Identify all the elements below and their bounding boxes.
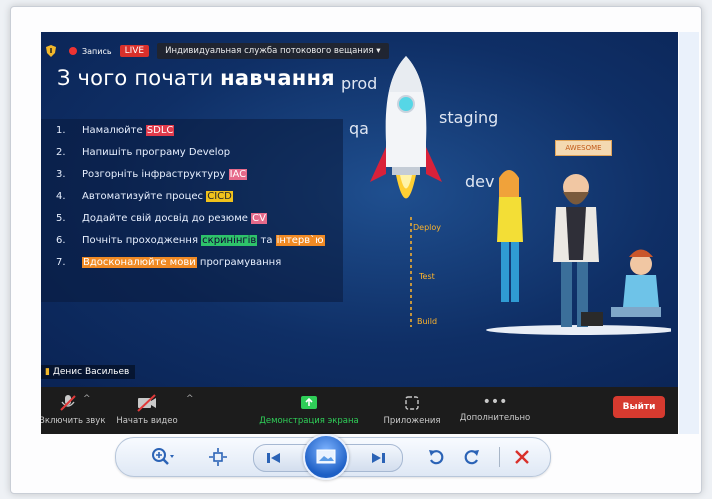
delete-icon xyxy=(515,450,529,464)
meeting-status-bar: Запись LIVE Индивидуальная служба потоко… xyxy=(41,42,389,60)
apps-icon xyxy=(405,396,419,410)
zoom-button[interactable] xyxy=(144,445,184,469)
step-item: 5. Додайте свій досвід до резюме CV xyxy=(56,213,267,224)
highlighted-term: скринінгів xyxy=(201,235,258,246)
step-text: та xyxy=(257,235,276,246)
delete-button[interactable] xyxy=(510,445,534,469)
microphone-muted-icon xyxy=(60,395,76,411)
step-number: 1. xyxy=(56,125,66,136)
step-item: 6. Почніть проходження скринінгів та інте… xyxy=(56,235,325,246)
video-options-chevron-icon[interactable]: ^ xyxy=(186,394,194,404)
rotate-left-icon xyxy=(429,450,444,465)
leave-button[interactable]: Выйти xyxy=(613,396,665,418)
slideshow-icon xyxy=(316,449,336,464)
pipeline-build: Build xyxy=(417,317,438,326)
step-number: 5. xyxy=(56,213,66,224)
slide-title-bold: навчання xyxy=(220,66,335,90)
more-dots-icon: ••• xyxy=(482,394,508,410)
next-button[interactable] xyxy=(366,446,390,470)
image-display: Запись LIVE Индивидуальная служба потоко… xyxy=(41,32,678,434)
recording-label[interactable]: Запись xyxy=(82,47,112,56)
mute-label: Включить звук xyxy=(41,416,106,426)
presentation-slide: Запись LIVE Индивидуальная служба потоко… xyxy=(41,32,678,387)
slide-title: З чого почати навчання xyxy=(57,66,335,90)
photo-viewer-window: Запись LIVE Индивидуальная служба потоко… xyxy=(10,6,702,494)
start-video-button[interactable]: Начать видео xyxy=(115,393,179,426)
zoom-icon xyxy=(152,448,174,465)
stage-qa: qa xyxy=(349,119,369,138)
step-item: 3. Розгорніть інфраструктуру IAC xyxy=(56,169,248,180)
step-item: 7. Вдосконалюйте мови програмування xyxy=(56,257,281,268)
highlighted-term: інтерв`ю xyxy=(275,235,325,246)
share-screen-button[interactable]: Демонстрация экрана xyxy=(256,393,362,426)
step-number: 7. xyxy=(56,257,66,268)
step-text: Додайте свій досвід до резюме xyxy=(82,213,252,224)
step-text: Розгорніть інфраструктуру xyxy=(82,169,229,180)
pipeline-deploy: Deploy xyxy=(413,223,442,232)
rotate-right-button[interactable] xyxy=(460,445,484,469)
pipeline-test: Test xyxy=(419,272,435,281)
highlighted-term: CV xyxy=(251,213,267,224)
audio-options-chevron-icon[interactable]: ^ xyxy=(83,394,91,404)
actual-size-button[interactable] xyxy=(206,445,230,469)
pipeline-line xyxy=(410,217,412,327)
signal-icon: ▮ xyxy=(45,367,50,377)
stage-staging: staging xyxy=(439,108,499,127)
apps-label: Приложения xyxy=(383,416,441,426)
rotate-left-button[interactable] xyxy=(424,445,448,469)
highlighted-term: IAC xyxy=(228,169,248,180)
highlighted-term: CICD xyxy=(206,191,233,202)
people-illustration xyxy=(486,170,671,335)
live-badge[interactable]: LIVE xyxy=(119,45,150,57)
slideshow-button[interactable] xyxy=(303,434,349,480)
rocket-illustration xyxy=(370,56,442,199)
actual-size-icon xyxy=(209,448,227,466)
step-item: 1. Намалюйте SDLC xyxy=(56,125,175,136)
video-camera-off-icon xyxy=(137,394,156,412)
step-text: Напишіть програму Develop xyxy=(82,147,231,158)
viewer-control-bar xyxy=(115,434,551,480)
step-number: 4. xyxy=(56,191,66,202)
stage-prod: prod xyxy=(341,74,378,93)
step-item: 2. Напишіть програму Develop xyxy=(56,147,230,158)
control-divider xyxy=(499,447,500,467)
step-text: програмування xyxy=(196,257,282,268)
step-number: 6. xyxy=(56,235,66,246)
more-label: Дополнительно xyxy=(459,413,531,423)
participant-name-tag: ▮ Денис Васильев xyxy=(41,365,136,379)
streaming-service-dropdown[interactable]: Индивидуальная служба потокового вещания… xyxy=(157,43,389,59)
apps-button[interactable]: Приложения xyxy=(379,393,445,426)
rotate-right-icon xyxy=(464,450,479,465)
meeting-toolbar: Включить звук ^ Начать видео ^ Демонстра… xyxy=(41,387,678,434)
share-screen-icon xyxy=(301,396,317,409)
highlighted-term: SDLC xyxy=(145,125,175,136)
step-number: 3. xyxy=(56,169,66,180)
highlighted-term: Вдосконалюйте мови xyxy=(82,257,197,268)
step-number: 2. xyxy=(56,147,66,158)
slide-title-plain: З чого почати xyxy=(57,66,221,90)
previous-button[interactable] xyxy=(262,446,286,470)
more-button[interactable]: ••• Дополнительно xyxy=(453,393,537,423)
side-panel-edge xyxy=(679,32,699,434)
previous-icon xyxy=(267,453,280,463)
video-label: Начать видео xyxy=(116,416,178,426)
next-icon xyxy=(372,453,385,463)
shield-icon[interactable] xyxy=(45,45,57,57)
record-dot-icon xyxy=(69,47,77,55)
step-text: Намалюйте xyxy=(82,125,146,136)
streaming-service-label: Индивидуальная служба потокового вещания xyxy=(165,46,374,56)
share-label: Демонстрация экрана xyxy=(259,416,359,426)
steps-list: 1. Намалюйте SDLC 2. Напишіть програму Deve… xyxy=(41,119,343,302)
participant-name: Денис Васильев xyxy=(52,367,130,377)
step-item: 4. Автоматизуйте процес CICD xyxy=(56,191,233,202)
step-text: Почніть проходження xyxy=(82,235,202,246)
step-text: Автоматизуйте процес xyxy=(82,191,207,202)
